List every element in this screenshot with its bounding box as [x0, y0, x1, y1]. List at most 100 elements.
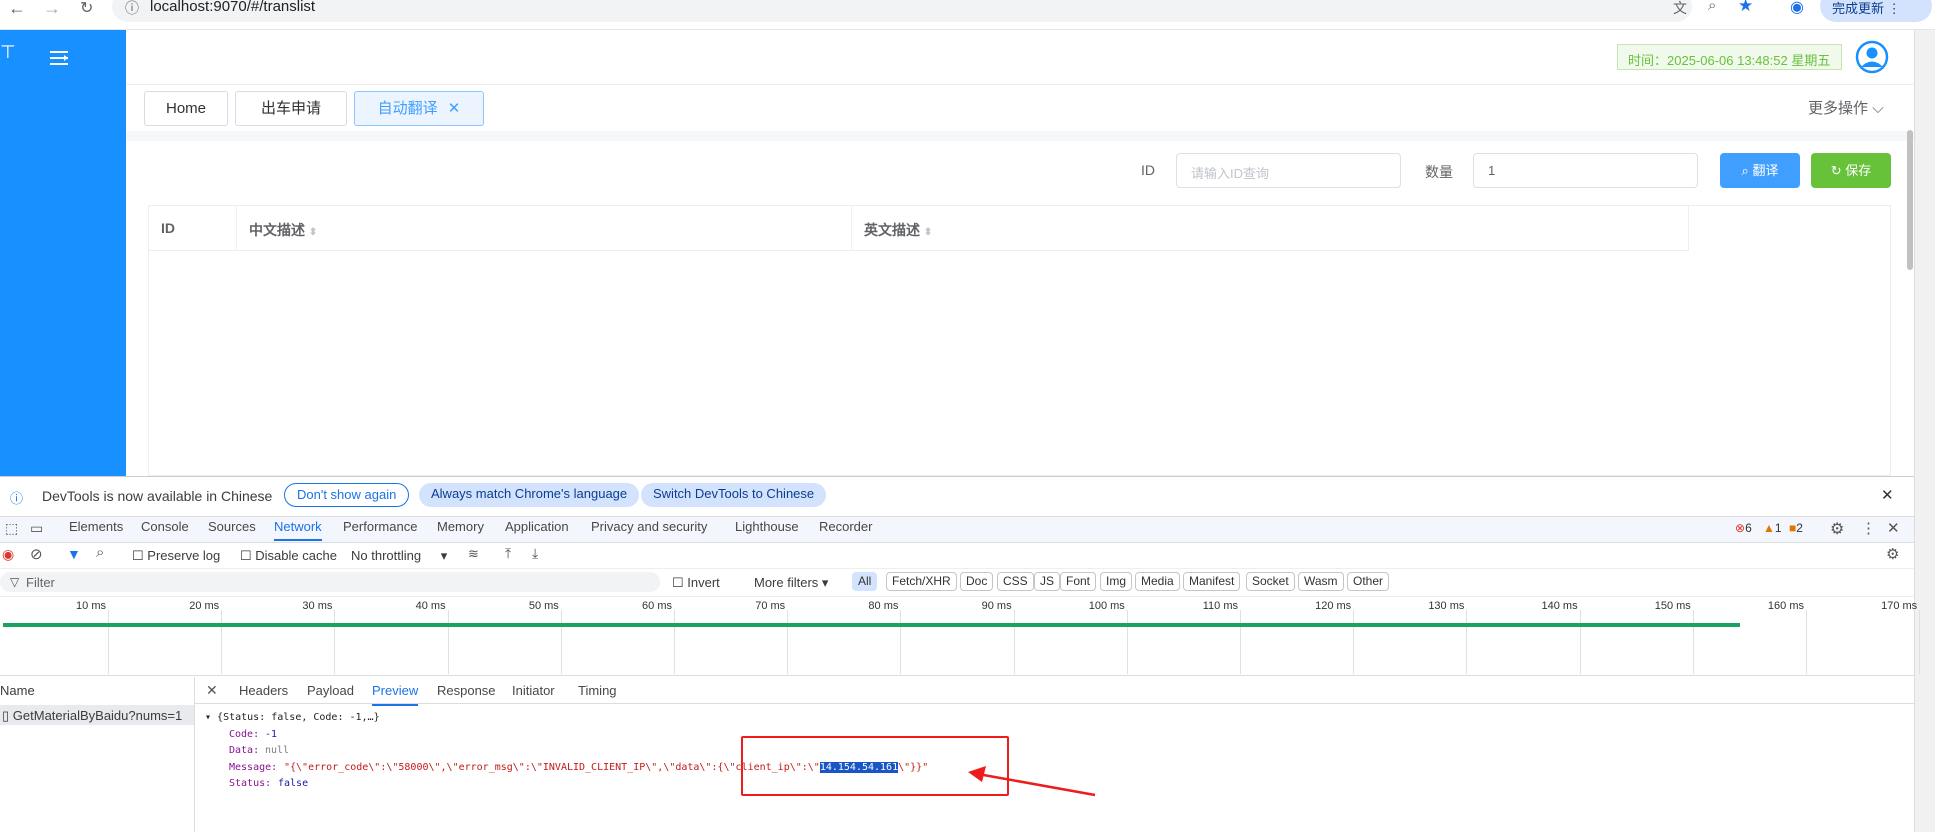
- devtools-tab-memory[interactable]: Memory: [437, 519, 484, 541]
- document-icon: ▯: [2, 708, 10, 723]
- tab-home[interactable]: Home: [144, 91, 228, 126]
- devtools-tab-performance[interactable]: Performance: [343, 519, 417, 541]
- tab-vehicle-request[interactable]: 出车申请: [235, 91, 347, 126]
- pane-divider[interactable]: [194, 677, 195, 832]
- type-filter-font[interactable]: Font: [1060, 572, 1097, 591]
- error-count[interactable]: ⊗6: [1735, 521, 1752, 535]
- timeline-tick-label: 80 ms: [868, 600, 899, 612]
- error-count-value: 6: [1745, 521, 1752, 535]
- timeline-gridline: [108, 610, 109, 674]
- devtools-tab-lighthouse[interactable]: Lighthouse: [735, 519, 799, 541]
- panel-tab-timing[interactable]: Timing: [578, 683, 617, 698]
- settings-gear-icon[interactable]: ⚙: [1830, 519, 1844, 539]
- network-conditions-icon[interactable]: ≋: [468, 546, 479, 562]
- forward-icon[interactable]: →: [43, 0, 61, 19]
- quantity-input[interactable]: 1: [1473, 153, 1698, 188]
- timeline-tick-label: 30 ms: [302, 600, 333, 612]
- preview-status-value: false: [278, 778, 309, 789]
- column-header-english[interactable]: 英文描述 ⬍: [852, 206, 1689, 251]
- upload-icon[interactable]: ⤒: [505, 545, 511, 562]
- inspect-element-icon[interactable]: ⬚: [5, 520, 18, 537]
- type-filter-manifest[interactable]: Manifest: [1183, 572, 1241, 591]
- timeline-gridline: [1240, 610, 1241, 674]
- filter-input[interactable]: [0, 572, 660, 592]
- type-filter-all[interactable]: All: [852, 572, 878, 591]
- save-button[interactable]: ↻ 保存: [1811, 153, 1891, 188]
- throttling-select[interactable]: No throttling ▾: [351, 548, 447, 564]
- download-icon[interactable]: ⤓: [532, 545, 538, 562]
- page-scrollbar[interactable]: [1914, 30, 1935, 832]
- profile-icon[interactable]: ◉: [1790, 0, 1804, 17]
- update-button-label: 完成更新: [1832, 1, 1885, 16]
- translate-button-label: 翻译: [1752, 163, 1779, 178]
- dont-show-again-button[interactable]: Don't show again: [284, 483, 410, 507]
- sort-icon[interactable]: ⬍: [309, 227, 317, 238]
- close-panel-icon[interactable]: ✕: [206, 682, 218, 699]
- timeline-gridline: [1013, 610, 1015, 674]
- hamburger-icon[interactable]: [50, 50, 70, 66]
- device-toolbar-icon[interactable]: ▭: [30, 520, 43, 537]
- devtools-tab-recorder[interactable]: Recorder: [819, 519, 872, 541]
- more-filters-dropdown[interactable]: More filters ▾: [754, 575, 828, 591]
- site-info-icon[interactable]: ⓘ: [125, 0, 139, 18]
- invert-checkbox[interactable]: ☐ Invert: [672, 575, 720, 591]
- scrollbar-thumb[interactable]: [1907, 130, 1913, 270]
- translate-button[interactable]: ⌕ 翻译: [1720, 153, 1800, 188]
- network-settings-icon[interactable]: ⚙: [1886, 545, 1899, 563]
- switch-devtools-chinese-button[interactable]: Switch DevTools to Chinese: [641, 483, 827, 507]
- filter-funnel-icon[interactable]: ▼: [67, 546, 81, 562]
- tab-auto-translate[interactable]: 自动翻译 ✕: [354, 91, 484, 126]
- translate-icon[interactable]: 文: [1673, 0, 1687, 18]
- reload-icon[interactable]: ↻: [80, 0, 93, 18]
- record-icon[interactable]: ◉: [2, 546, 14, 563]
- preview-summary[interactable]: ▾ {Status: false, Code: -1,…}: [205, 712, 380, 723]
- panel-tab-headers[interactable]: Headers: [239, 683, 288, 698]
- type-filter-doc[interactable]: Doc: [960, 572, 994, 591]
- type-filter-css[interactable]: CSS: [997, 572, 1034, 591]
- user-avatar[interactable]: [1855, 40, 1889, 74]
- devtools-tab-network[interactable]: Network: [274, 519, 322, 541]
- type-filter-socket[interactable]: Socket: [1246, 572, 1295, 591]
- always-match-language-button[interactable]: Always match Chrome's language: [419, 483, 640, 507]
- preserve-log-checkbox[interactable]: ☐ Preserve log: [132, 548, 220, 564]
- column-header-id[interactable]: ID: [149, 206, 237, 251]
- bookmark-star-icon[interactable]: ★: [1738, 0, 1753, 16]
- type-filter-fetch-xhr[interactable]: Fetch/XHR: [886, 572, 957, 591]
- panel-tab-initiator[interactable]: Initiator: [512, 683, 555, 698]
- issue-count[interactable]: ■2: [1789, 521, 1803, 535]
- warning-count[interactable]: ▲1: [1763, 521, 1782, 535]
- preview-code-key: Code:: [229, 729, 260, 740]
- close-icon[interactable]: ✕: [448, 100, 461, 117]
- id-search-input[interactable]: 请输入ID查询: [1176, 153, 1401, 188]
- devtools-tab-privacy[interactable]: Privacy and security: [591, 519, 707, 541]
- type-filter-img[interactable]: Img: [1100, 572, 1133, 591]
- address-bar[interactable]: [112, 0, 1692, 22]
- type-filter-js[interactable]: JS: [1034, 572, 1061, 591]
- request-row[interactable]: ▯ GetMaterialByBaidu?nums=1: [2, 708, 182, 724]
- devtools-tab-console[interactable]: Console: [141, 519, 189, 541]
- zoom-icon[interactable]: ⌕: [1708, 0, 1716, 14]
- close-infobar-icon[interactable]: ✕: [1881, 486, 1894, 504]
- devtools-tab-application[interactable]: Application: [505, 519, 569, 541]
- timeline-tick-label: 110 ms: [1202, 600, 1238, 612]
- panel-tab-payload[interactable]: Payload: [307, 683, 354, 698]
- kebab-menu-icon[interactable]: ⋮: [1861, 519, 1876, 537]
- type-filter-other[interactable]: Other: [1347, 572, 1390, 591]
- clear-icon[interactable]: ⊘: [30, 545, 43, 563]
- panel-tab-response[interactable]: Response: [437, 683, 496, 698]
- sort-icon[interactable]: ⬍: [924, 227, 932, 238]
- search-icon[interactable]: ⌕: [96, 544, 104, 561]
- devtools-tab-elements[interactable]: Elements: [69, 519, 123, 541]
- type-filter-media[interactable]: Media: [1135, 572, 1180, 591]
- warning-count-value: 1: [1774, 521, 1782, 535]
- devtools-tab-sources[interactable]: Sources: [208, 519, 256, 541]
- update-button[interactable]: 完成更新 ⋮: [1820, 0, 1932, 22]
- name-column-header[interactable]: Name: [0, 683, 35, 698]
- disable-cache-checkbox[interactable]: ☐ Disable cache: [240, 548, 337, 564]
- column-header-chinese[interactable]: 中文描述 ⬍: [237, 206, 852, 251]
- type-filter-wasm[interactable]: Wasm: [1298, 572, 1344, 591]
- preview-message-key: Message:: [229, 762, 278, 773]
- back-icon[interactable]: ←: [8, 0, 26, 19]
- more-operations-dropdown[interactable]: 更多操作 ⌵: [1808, 97, 1884, 118]
- close-devtools-icon[interactable]: ✕: [1887, 519, 1900, 537]
